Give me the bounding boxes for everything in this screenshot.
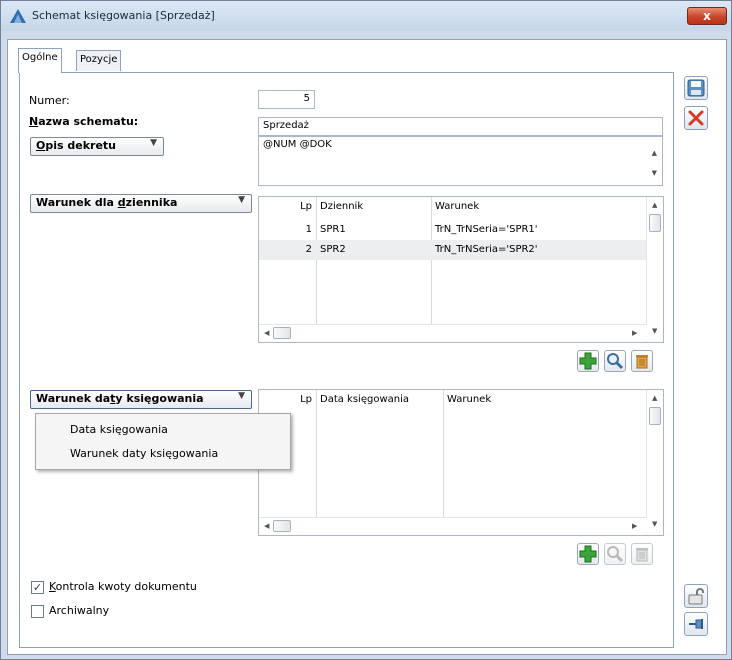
opis-dekretu-value: @NUM @DOK: [263, 139, 332, 150]
col-header-lp[interactable]: Lp: [259, 394, 312, 405]
journal-hscroll[interactable]: ◀ ▶: [259, 324, 647, 341]
trash-icon: [636, 355, 648, 369]
menu-item-data-ksiegowania[interactable]: Data księgowania: [70, 423, 168, 436]
col-header-warunek[interactable]: Warunek: [447, 394, 491, 405]
scroll-down-icon[interactable]: ▼: [652, 520, 657, 528]
dialog-window: Schemat księgowania [Sprzedaż] x Ogólne …: [0, 0, 732, 660]
numer-label: Numer:: [29, 94, 70, 107]
cell-warunek: TrN_TrNSeria='SPR1': [435, 224, 538, 235]
scroll-down-icon[interactable]: ▼: [652, 327, 657, 335]
grid-divider: [431, 197, 432, 325]
scroll-down-icon[interactable]: ▼: [652, 169, 657, 177]
scroll-left-icon[interactable]: ◀: [264, 329, 269, 337]
general-panel: Numer: 5 Nazwa schematu: Sprzedaż Opis d…: [19, 72, 674, 648]
grid-divider: [316, 390, 317, 518]
delete-button[interactable]: [631, 350, 653, 372]
pin-button[interactable]: [684, 612, 708, 636]
magnifier-icon: [607, 353, 624, 370]
close-icon: [688, 110, 704, 126]
app-logo-icon: [10, 9, 26, 23]
date-grid: Lp Data księgowania Warunek ▲ ▼ ◀ ▶: [258, 389, 664, 536]
unlock-icon: [688, 588, 704, 605]
table-row[interactable]: 2 SPR2 TrN_TrNSeria='SPR2': [259, 240, 646, 260]
scroll-up-icon[interactable]: ▲: [652, 394, 657, 402]
numer-field[interactable]: 5: [258, 90, 315, 109]
cell-dziennik: SPR2: [320, 244, 346, 255]
titlebar: Schemat księgowania [Sprzedaż] x: [1, 1, 731, 31]
scroll-up-icon[interactable]: ▲: [652, 201, 657, 209]
scroll-right-icon[interactable]: ▶: [632, 522, 637, 530]
add-button[interactable]: [577, 543, 599, 565]
scroll-right-icon[interactable]: ▶: [632, 329, 637, 337]
col-header-lp[interactable]: Lp: [259, 201, 312, 212]
chevron-down-icon: ▼: [238, 195, 245, 205]
scroll-up-icon[interactable]: ▲: [652, 149, 657, 157]
scroll-left-icon[interactable]: ◀: [264, 522, 269, 530]
pin-icon: [689, 619, 703, 629]
floppy-disk-icon: [687, 79, 705, 97]
save-button[interactable]: [684, 76, 708, 100]
plus-icon: [579, 545, 597, 563]
kontrola-checkbox[interactable]: ✓: [31, 581, 44, 594]
cancel-button[interactable]: [684, 106, 708, 130]
plus-icon: [579, 352, 597, 370]
scroll-thumb[interactable]: [273, 520, 291, 532]
chevron-down-icon: ▼: [238, 391, 245, 401]
cell-lp: 2: [305, 244, 312, 255]
archiwalny-label: Archiwalny: [49, 604, 110, 617]
menu-item-warunek-daty[interactable]: Warunek daty księgowania: [70, 447, 218, 460]
opis-dekretu-field[interactable]: @NUM @DOK ▲ ▼: [258, 136, 663, 186]
magnifier-icon: [607, 546, 624, 563]
scroll-thumb[interactable]: [649, 214, 661, 232]
archiwalny-checkbox[interactable]: [31, 605, 44, 618]
trash-icon: [636, 548, 648, 562]
tab-ogolne[interactable]: Ogólne: [18, 48, 62, 73]
client-area: Ogólne Pozycje Numer: 5 Nazwa schematu: …: [7, 39, 727, 655]
tab-pozycje[interactable]: Pozycje: [76, 50, 122, 71]
warunek-dziennika-button[interactable]: Warunek dla dziennika ▼: [30, 194, 252, 213]
close-button[interactable]: x: [687, 7, 727, 25]
nazwa-label: Nazwa schematu:: [29, 115, 139, 128]
cell-lp: 1: [305, 224, 312, 235]
date-vscroll[interactable]: ▲ ▼: [646, 390, 663, 535]
warunek-daty-button[interactable]: Warunek daty księgowania ▼: [30, 390, 252, 409]
preview-button[interactable]: [604, 350, 626, 372]
col-header-data-ksiegowania[interactable]: Data księgowania: [320, 394, 409, 405]
cell-warunek: TrN_TrNSeria='SPR2': [435, 244, 538, 255]
col-header-dziennik[interactable]: Dziennik: [320, 201, 363, 212]
scroll-thumb[interactable]: [273, 327, 291, 339]
chevron-down-icon: ▼: [150, 138, 157, 148]
lock-button[interactable]: [684, 584, 708, 608]
journal-grid: Lp Dziennik Warunek 1 SPR1 TrN_TrNSeria=…: [258, 196, 664, 343]
grid-divider: [443, 390, 444, 518]
scroll-thumb[interactable]: [649, 407, 661, 425]
opis-dekretu-button[interactable]: Opis dekretu ▼: [30, 137, 164, 156]
kontrola-label: Kontrola kwoty dokumentu: [49, 580, 197, 593]
journal-vscroll[interactable]: ▲ ▼: [646, 197, 663, 342]
date-condition-menu: Data księgowania Warunek daty księgowani…: [35, 413, 291, 470]
cell-dziennik: SPR1: [320, 224, 346, 235]
add-button[interactable]: [577, 350, 599, 372]
date-hscroll[interactable]: ◀ ▶: [259, 517, 647, 534]
nazwa-field[interactable]: Sprzedaż: [258, 117, 663, 136]
delete-button[interactable]: [631, 543, 653, 565]
grid-divider: [316, 197, 317, 325]
window-title: Schemat księgowania [Sprzedaż]: [32, 9, 215, 22]
col-header-warunek[interactable]: Warunek: [435, 201, 479, 212]
preview-button[interactable]: [604, 543, 626, 565]
